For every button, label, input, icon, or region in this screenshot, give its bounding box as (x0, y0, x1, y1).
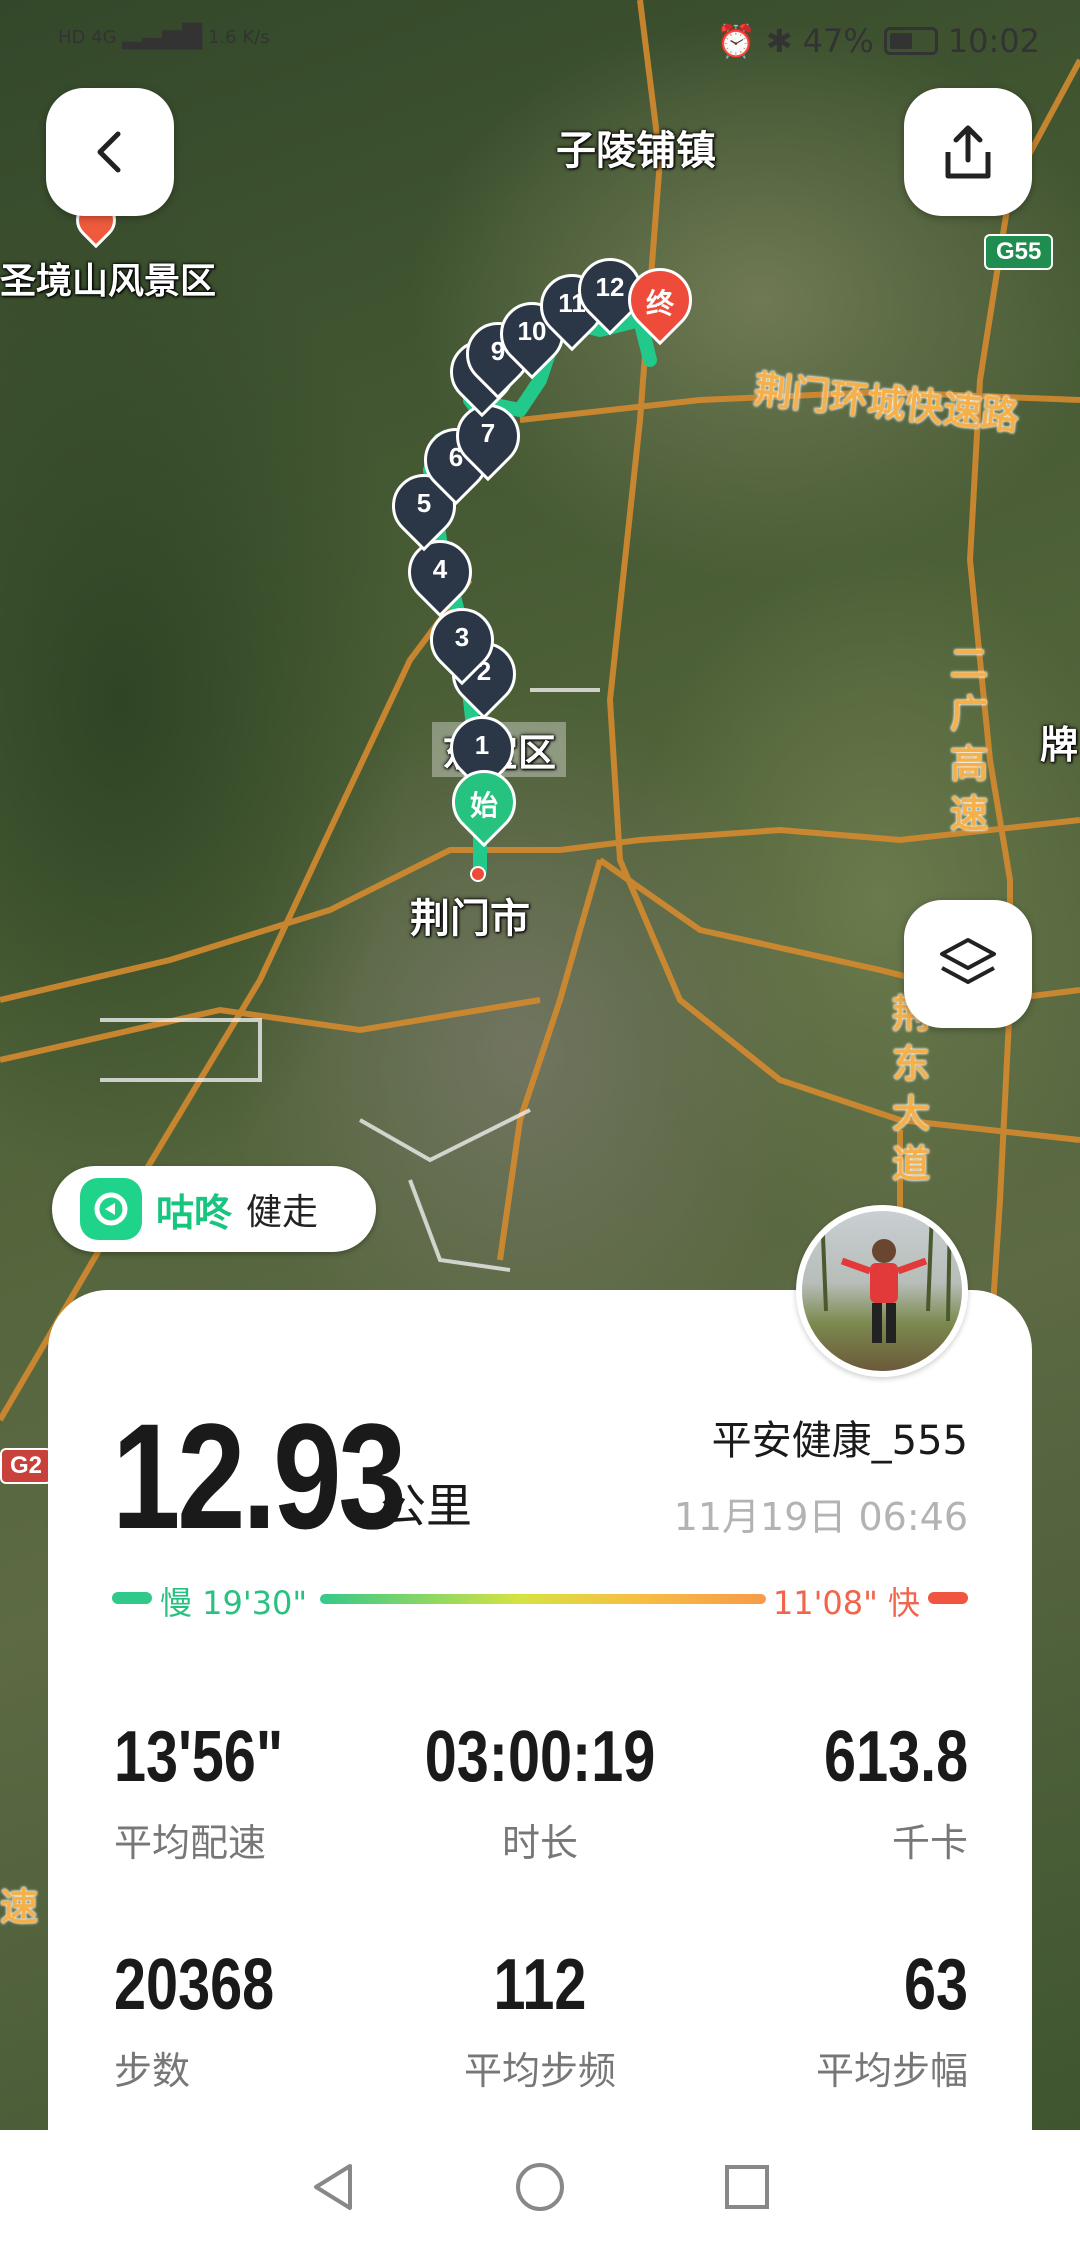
map-label-city: 荆门市 (410, 897, 530, 941)
alarm-icon: ⏰ (716, 22, 756, 60)
workout-mode: 健走 (246, 1192, 319, 1233)
stat-avg-pace: 13'56" 平均配速 (114, 1717, 284, 1865)
clock: 10:02 (947, 22, 1040, 60)
chevron-left-icon (97, 131, 121, 173)
app-brand: 咕咚 (156, 1192, 233, 1235)
stat-duration: 03:00:19 时长 (424, 1717, 656, 1865)
slow-pace-swatch (112, 1592, 152, 1604)
network-type: HD 4G (58, 27, 117, 48)
pace-slow-label: 慢 19'30" (160, 1584, 308, 1622)
pace-fast-label: 11'08" 快 (772, 1584, 920, 1622)
system-navigation-bar (0, 2130, 1080, 2244)
user-name: 平安健康_555 (711, 1418, 968, 1464)
avatar[interactable] (796, 1205, 968, 1377)
map-label-edge: 牌 (1040, 725, 1079, 767)
network-speed: 1.6 K/s (207, 27, 270, 48)
stat-cadence: 112 平均步频 (463, 1945, 616, 2093)
stat-calories: 613.8 千卡 (823, 1717, 968, 1865)
workout-date: 11月19日 06:46 (673, 1495, 968, 1539)
share-button[interactable] (904, 88, 1032, 216)
road-label-expressway: 二广高速 (950, 644, 989, 836)
back-button[interactable] (46, 88, 174, 216)
network-indicator: HD 4G ▂▃▅▇ 1.6 K/s (58, 20, 270, 50)
nav-back-icon[interactable] (308, 2160, 358, 2214)
route-start-marker[interactable]: 始 (438, 756, 530, 850)
workout-summary-card: 12.93 公里 平安健康_555 11月19日 06:46 慢 19'30" … (48, 1290, 1032, 2130)
fast-pace-swatch (928, 1592, 968, 1604)
distance-unit: 公里 (380, 1479, 472, 1533)
app-mode-badge: 咕咚 健走 (52, 1166, 376, 1252)
share-icon (945, 125, 991, 179)
layers-icon (940, 938, 996, 984)
route-end-marker[interactable]: 终 (614, 254, 706, 348)
map-label-scenic: 圣境山风景区 (0, 260, 217, 301)
distance-value: 12.93 (112, 1392, 407, 1560)
battery-percent: 47% (802, 22, 874, 60)
battery-icon (883, 27, 938, 55)
nav-home-icon[interactable] (513, 2160, 567, 2214)
signal-icon: ▂▃▅▇ (122, 20, 203, 50)
codoon-logo-icon (80, 1178, 142, 1240)
pace-legend: 慢 19'30" 11'08" 快 (112, 1578, 968, 1622)
status-bar: HD 4G ▂▃▅▇ 1.6 K/s ⏰ ✱ 47% 10:02 (0, 0, 1080, 80)
nav-recents-icon[interactable] (722, 2162, 772, 2212)
road-shield-g2: G2 (0, 1448, 53, 1484)
bluetooth-icon: ✱ (765, 22, 793, 60)
stat-steps: 20368 步数 (114, 1945, 275, 2093)
road-label-su: 速 (0, 1887, 39, 1929)
road-shield-g55: G55 (984, 234, 1054, 270)
pace-gradient (320, 1594, 766, 1604)
map-layers-button[interactable] (904, 900, 1032, 1028)
route-marker[interactable]: 3 (416, 594, 508, 688)
map-label-town: 子陵铺镇 (556, 129, 716, 173)
stat-stride: 63 平均步幅 (815, 1945, 968, 2093)
